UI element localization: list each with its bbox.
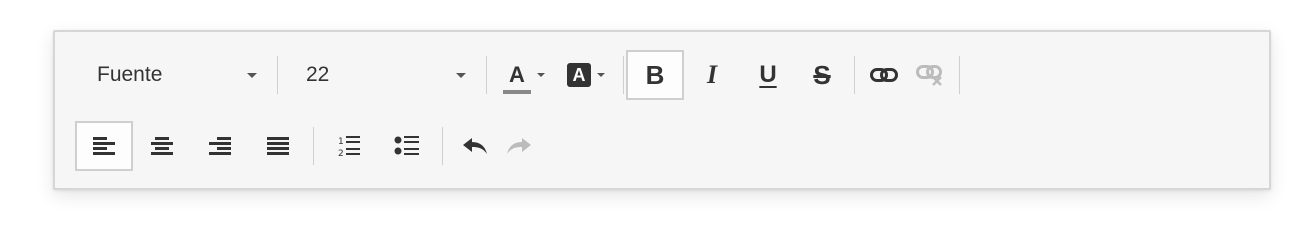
ordered-list-icon: 1 2 <box>337 135 361 157</box>
remove-link-button[interactable] <box>907 50 953 100</box>
underline-button[interactable]: U <box>740 50 796 100</box>
insert-link-button[interactable] <box>861 50 907 100</box>
align-justify-button[interactable] <box>249 121 307 171</box>
separator <box>313 127 314 165</box>
separator <box>442 127 443 165</box>
ordered-list-button[interactable]: 1 2 <box>320 121 378 171</box>
text-color-icon: A <box>503 62 531 94</box>
bold-button[interactable]: B <box>626 50 684 100</box>
align-left-button[interactable] <box>75 121 133 171</box>
align-center-button[interactable] <box>133 121 191 171</box>
redo-button[interactable] <box>499 121 539 171</box>
separator <box>277 56 278 94</box>
bullet-list-button[interactable] <box>378 121 436 171</box>
chevron-down-icon <box>537 73 545 77</box>
separator <box>959 56 960 94</box>
align-center-icon <box>151 137 173 155</box>
align-right-icon <box>209 137 231 155</box>
bold-icon: B <box>645 59 665 90</box>
font-size-label: 22 <box>306 63 330 86</box>
svg-text:2: 2 <box>338 149 344 157</box>
align-right-button[interactable] <box>191 121 249 171</box>
background-color-button[interactable]: A <box>555 50 617 100</box>
undo-icon <box>462 136 488 156</box>
redo-icon <box>506 136 532 156</box>
chevron-down-icon <box>597 73 605 77</box>
toolbar-row-paragraph: 1 2 <box>75 119 539 173</box>
font-family-label: Fuente <box>97 63 163 86</box>
strikethrough-icon: S <box>813 59 831 90</box>
align-justify-icon <box>267 137 289 155</box>
unlink-icon <box>916 64 944 86</box>
svg-text:1: 1 <box>338 137 344 147</box>
toolbar-row-formatting: Fuente 22 A A B I U S <box>75 48 966 102</box>
italic-button[interactable]: I <box>684 50 740 100</box>
link-icon <box>870 67 898 83</box>
undo-button[interactable] <box>455 121 495 171</box>
font-size-dropdown[interactable]: 22 <box>284 55 480 95</box>
align-left-icon <box>93 137 115 155</box>
font-family-dropdown[interactable]: Fuente <box>75 55 271 95</box>
chevron-down-icon <box>247 72 257 78</box>
chevron-down-icon <box>456 72 466 78</box>
italic-icon: I <box>706 60 718 89</box>
editor-toolbar: Fuente 22 A A B I U S 1 2 <box>53 30 1271 190</box>
strikethrough-button[interactable]: S <box>796 50 848 100</box>
bullet-list-icon <box>394 135 420 157</box>
separator <box>623 56 624 94</box>
separator <box>854 56 855 94</box>
text-color-button[interactable]: A <box>493 50 555 100</box>
separator <box>486 56 487 94</box>
background-color-icon: A <box>567 63 591 87</box>
underline-icon: U <box>759 61 777 88</box>
